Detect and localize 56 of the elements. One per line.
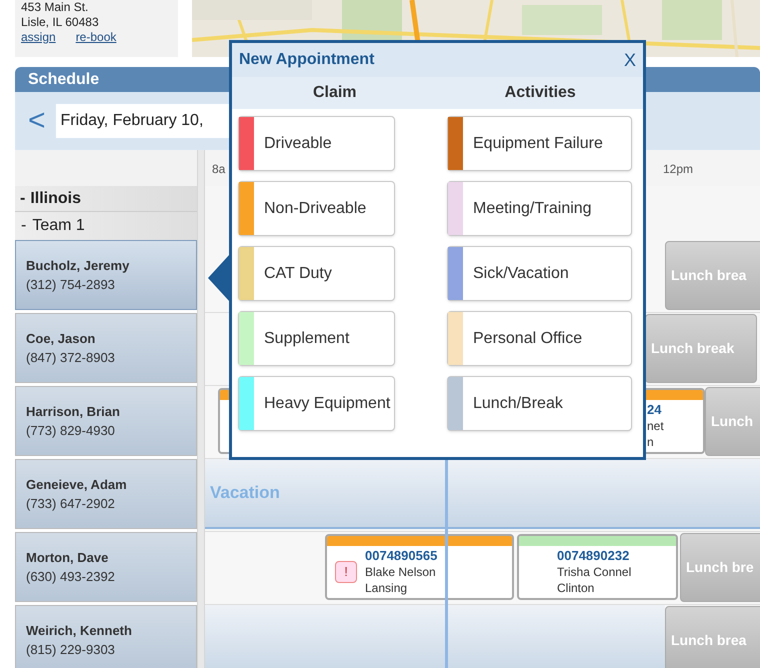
appointment-type-button[interactable]: Heavy Equipment	[238, 376, 395, 431]
claim-city: Clinton	[557, 580, 596, 596]
column-splitter[interactable]	[197, 150, 205, 668]
appointment-type-button[interactable]: Supplement	[238, 311, 395, 366]
alert-badge: !	[335, 561, 357, 583]
adjuster-name: Weirich, Kenneth	[26, 622, 133, 640]
appointment-type-button[interactable]: CAT Duty	[238, 246, 395, 301]
address-link[interactable]: assign	[21, 30, 56, 45]
group-label: Illinois	[30, 188, 81, 208]
team-row[interactable]: - Team 1	[15, 212, 197, 240]
claim-city: n	[647, 434, 655, 450]
adjuster-phone: (733) 647-2902	[26, 495, 116, 513]
team-label: Team 1	[32, 216, 85, 236]
adjuster-name: Morton, Dave	[26, 549, 110, 567]
claimant-name: Trisha Connel	[557, 564, 632, 580]
adjuster-phone: (847) 372-8903	[26, 349, 116, 367]
claimant-name: net	[647, 418, 664, 434]
claim-number: 24	[647, 402, 662, 418]
adjuster-name: Harrison, Brian	[26, 403, 121, 421]
appointment-type-button[interactable]: Meeting/Training	[447, 181, 632, 236]
previous-day-button[interactable]: <	[28, 106, 46, 136]
adjuster-name: Bucholz, Jeremy	[26, 257, 130, 275]
adjuster-phone: (312) 754-2893	[26, 276, 116, 294]
claim-number: 0074890565	[365, 548, 438, 564]
adjuster-cell[interactable]: Bucholz, Jeremy (312) 754-2893	[15, 240, 197, 310]
time-label: 12pm	[663, 161, 694, 178]
address-link[interactable]: re-book	[76, 30, 116, 45]
appointment-card[interactable]: 0074890232 Trisha Connel Clinton	[517, 534, 678, 600]
collapse-toggle[interactable]: -	[21, 214, 26, 238]
adjuster-cell[interactable]: Coe, Jason (847) 372-8903	[15, 313, 197, 383]
adjuster-cell[interactable]: Morton, Dave (630) 493-2392	[15, 532, 197, 602]
claim-number: 0074890232	[557, 548, 630, 564]
adjuster-cell[interactable]: Harrison, Brian (773) 829-4930	[15, 386, 197, 456]
time-label: 8a	[212, 161, 226, 178]
appointment-card[interactable]: ! 0074890565 Blake Nelson Lansing	[325, 534, 514, 600]
appointment-type-button[interactable]: Driveable	[238, 116, 395, 171]
address-line: 453 Main St.	[21, 0, 90, 15]
adjuster-phone: (815) 229-9303	[26, 641, 116, 659]
adjuster-name: Geneieve, Adam	[26, 476, 128, 494]
appointment-type-button[interactable]: Lunch/Break	[447, 376, 632, 431]
appointment-type-button[interactable]: Sick/Vacation	[447, 246, 632, 301]
group-row[interactable]: - Illinois	[15, 186, 197, 212]
address-line: Lisle, IL 60483	[21, 15, 100, 30]
appointment-type-button[interactable]: Personal Office	[447, 311, 632, 366]
appointment-type-button[interactable]: Equipment Failure	[447, 116, 632, 171]
adjuster-phone: (773) 829-4930	[26, 422, 116, 440]
collapse-toggle[interactable]: -	[20, 186, 26, 210]
adjuster-cell[interactable]: Geneieve, Adam (733) 647-2902	[15, 459, 197, 529]
adjuster-cell[interactable]: Weirich, Kenneth (815) 229-9303	[15, 605, 197, 668]
dialog-title: New Appointment	[239, 50, 374, 70]
adjuster-phone: (630) 493-2392	[26, 568, 116, 586]
appointment-type-button[interactable]: Non-Driveable	[238, 181, 395, 236]
claimant-name: Blake Nelson	[365, 564, 437, 580]
adjuster-name: Coe, Jason	[26, 330, 96, 348]
claim-city: Lansing	[365, 580, 408, 596]
busy-block[interactable]	[205, 605, 665, 668]
